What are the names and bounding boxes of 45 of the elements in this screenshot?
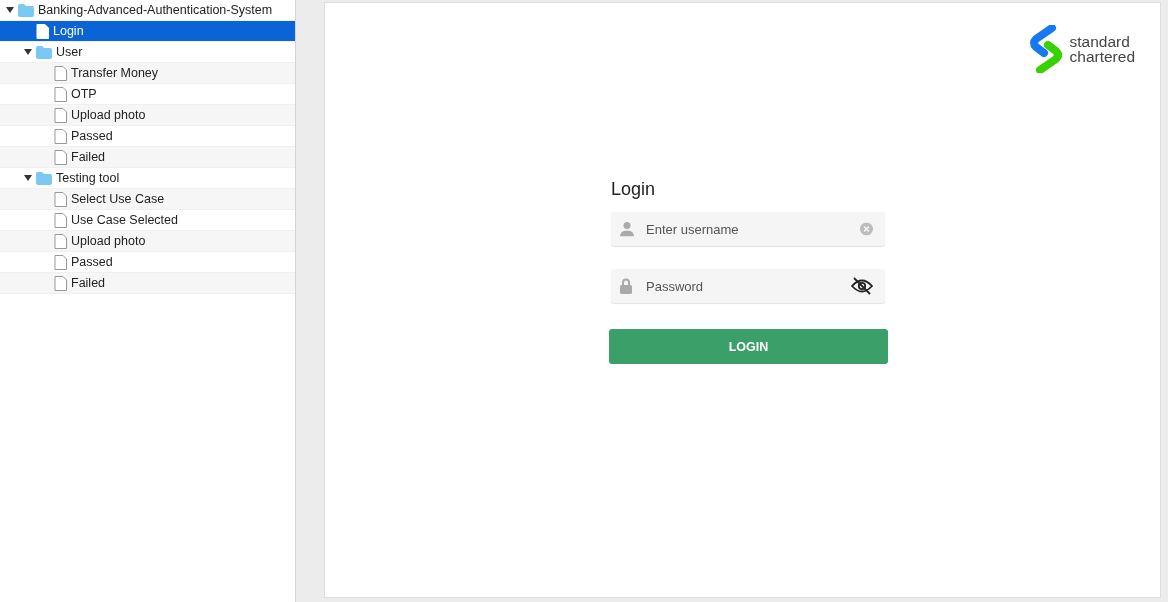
document-icon [54, 128, 67, 144]
document-icon [54, 86, 67, 102]
logo-icon [1029, 25, 1062, 73]
tree-item[interactable]: Failed [0, 273, 295, 294]
tree-item-label: Failed [71, 150, 106, 164]
tree-item-label: Upload photo [71, 108, 146, 122]
document-icon [36, 23, 49, 39]
tree-item-label: Login [53, 24, 84, 38]
folder-icon [18, 3, 34, 17]
folder-icon [36, 45, 52, 59]
document-icon [54, 149, 67, 165]
tree-item-label: Use Case Selected [71, 213, 178, 227]
form-title: Login [611, 179, 657, 200]
tree-item-label: User [56, 45, 83, 59]
tree-item-label: OTP [71, 87, 97, 101]
tree-item-label: Passed [71, 255, 113, 269]
tree-item-label: Failed [71, 276, 106, 290]
document-icon [54, 233, 67, 249]
document-icon [54, 254, 67, 270]
tree-item-label: Select Use Case [71, 192, 165, 206]
document-icon [54, 191, 67, 207]
folder-icon [36, 171, 52, 185]
tree-item-label: Passed [71, 129, 113, 143]
document-icon [54, 107, 67, 123]
tree-item[interactable]: Failed [0, 147, 295, 168]
tree-item[interactable]: Transfer Money [0, 63, 295, 84]
logo-text: standard [1069, 34, 1131, 49]
hidden-eye-icon[interactable] [851, 277, 873, 295]
document-icon [54, 212, 67, 228]
tree-item-label: Banking-Advanced-Authentication-System [38, 3, 273, 17]
expand-arrow-icon[interactable] [24, 175, 32, 181]
document-icon [54, 275, 67, 291]
tree-item[interactable]: Upload photo [0, 105, 295, 126]
tree-item[interactable]: Upload photo [0, 231, 295, 252]
expand-arrow-icon[interactable] [6, 7, 14, 13]
username-field[interactable]: Enter username [611, 212, 885, 246]
tree-item-label: Transfer Money [71, 66, 159, 80]
logo-text: chartered [1069, 49, 1135, 64]
tree-item[interactable]: Login [0, 21, 295, 42]
tree-item-label: Testing tool [56, 171, 120, 185]
tree-item[interactable]: Select Use Case [0, 189, 295, 210]
password-field[interactable]: Password [611, 269, 885, 303]
document-icon [54, 65, 67, 81]
tree-item-label: Upload photo [71, 234, 146, 248]
expand-arrow-icon[interactable] [24, 49, 32, 55]
